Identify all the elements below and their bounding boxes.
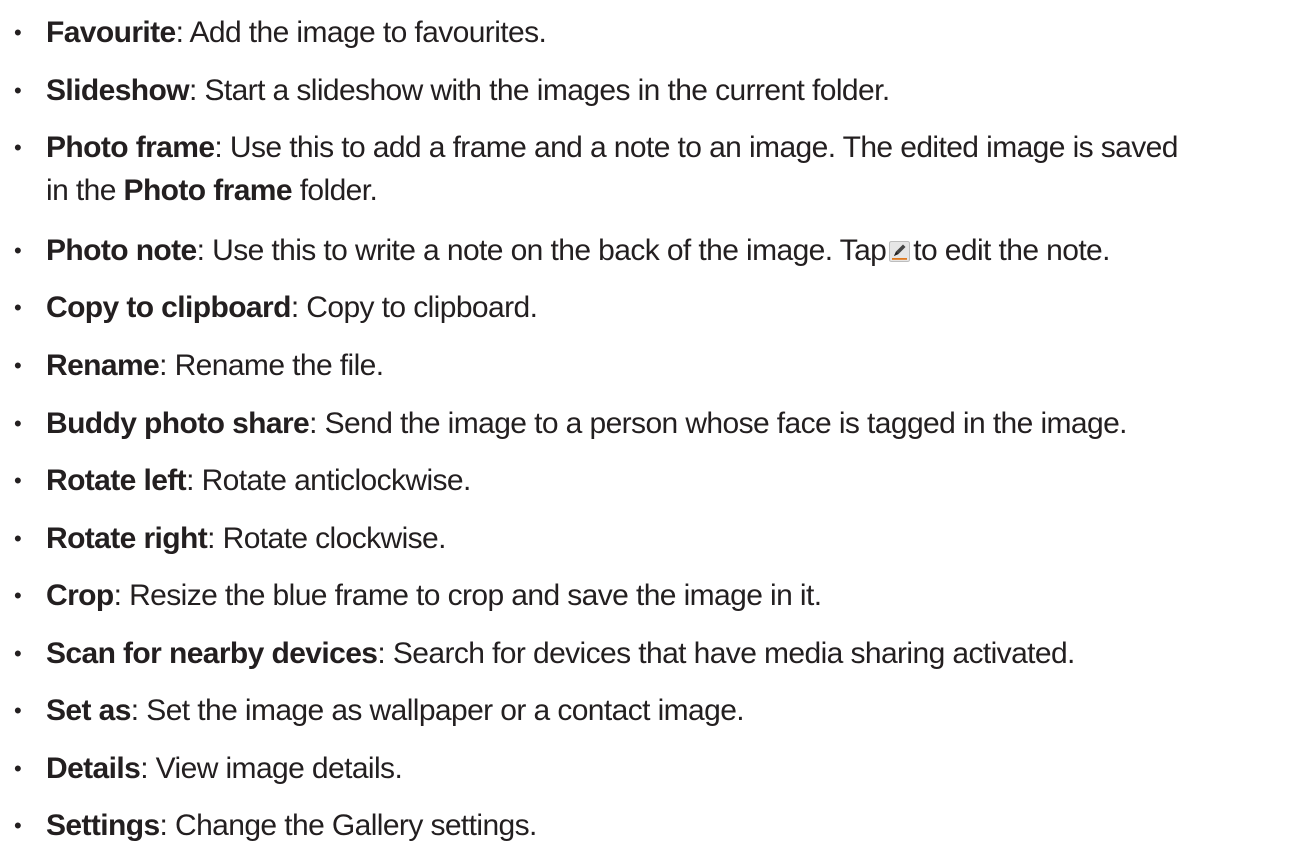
item-description: Copy to clipboard. xyxy=(306,291,538,324)
item-description: Rotate anticlockwise. xyxy=(201,464,472,497)
item-term: Photo frame xyxy=(46,131,215,164)
item-term: Rename xyxy=(46,349,160,382)
bullet: • xyxy=(14,468,22,493)
item-term: Favourite xyxy=(46,16,176,49)
document-page: • Favourite: Add the image to favourites… xyxy=(0,0,1314,864)
item-separator: : xyxy=(214,131,230,164)
item-separator: : xyxy=(140,752,156,785)
item-text: Favourite: Add the image to favourites. xyxy=(46,11,1300,54)
item-term: Buddy photo share xyxy=(46,407,310,440)
item-separator: : xyxy=(377,637,393,670)
item-line-2: in the Photo frame folder. xyxy=(46,169,1300,212)
list-item: • Photo frame: Use this to add a frame a… xyxy=(0,126,1300,212)
bullet: • xyxy=(14,641,22,666)
item-separator: : xyxy=(175,16,190,49)
item-description: View image details. xyxy=(155,752,403,785)
folder-name: Photo frame xyxy=(123,174,293,207)
item-text: Copy to clipboard: Copy to clipboard. xyxy=(46,286,1300,329)
item-separator: : xyxy=(130,694,147,727)
bullet: • xyxy=(14,353,22,378)
item-text: Photo note: Use this to write a note on … xyxy=(46,229,1300,272)
item-description: Use this to write a note on the back of … xyxy=(212,234,887,267)
item-text: Crop: Resize the blue frame to crop and … xyxy=(46,574,1300,617)
item-term: Details xyxy=(46,752,141,785)
item-description: Set the image as wallpaper or a contact … xyxy=(146,694,745,727)
item-description: Use this to add a frame and a note to an… xyxy=(229,131,1179,164)
item-description: Add the image to favourites. xyxy=(189,16,547,49)
item-text: Photo frame: Use this to add a frame and… xyxy=(46,126,1300,212)
item-separator: : xyxy=(196,234,213,267)
item-description: Resize the blue frame to crop and save t… xyxy=(129,579,822,612)
item-text: Slideshow: Start a slideshow with the im… xyxy=(46,69,1300,112)
item-term: Slideshow xyxy=(46,74,190,107)
bullet: • xyxy=(14,583,22,608)
item-text: Rotate right: Rotate clockwise. xyxy=(46,517,1300,560)
item-text: Rename: Rename the file. xyxy=(46,344,1300,387)
item-line-1: Photo frame: Use this to add a frame and… xyxy=(46,131,1178,164)
item-term: Photo note xyxy=(46,234,197,267)
edit-pencil-icon xyxy=(889,241,911,262)
item-separator: : xyxy=(207,522,223,555)
bullet: • xyxy=(14,411,22,436)
item-separator: : xyxy=(290,291,307,324)
bullet: • xyxy=(14,20,22,45)
item-separator: : xyxy=(188,74,205,107)
item-description: Rotate clockwise. xyxy=(222,522,447,555)
item-text: Scan for nearby devices: Search for devi… xyxy=(46,632,1300,675)
item-term: Rotate left xyxy=(46,464,187,497)
bullet: • xyxy=(14,698,22,723)
item-description-continued: in the xyxy=(46,174,124,207)
item-term: Settings xyxy=(46,809,160,842)
bullet: • xyxy=(14,295,22,320)
item-text: Rotate left: Rotate anticlockwise. xyxy=(46,459,1300,502)
item-term: Set as xyxy=(46,694,131,727)
item-description-after-icon: to edit the note. xyxy=(913,234,1110,267)
item-separator: : xyxy=(159,349,175,382)
item-description: Start a slideshow with the images in the… xyxy=(204,74,890,107)
bullet: • xyxy=(14,135,22,160)
item-separator: : xyxy=(309,407,325,440)
item-text: Set as: Set the image as wallpaper or a … xyxy=(46,689,1300,732)
item-separator: : xyxy=(186,464,202,497)
item-text: Settings: Change the Gallery settings. xyxy=(46,804,1300,847)
item-term: Rotate right xyxy=(46,522,208,555)
bullet: • xyxy=(14,526,22,551)
bullet: • xyxy=(14,238,22,263)
item-description: Rename the file. xyxy=(174,349,384,382)
item-term: Copy to clipboard xyxy=(46,291,291,324)
item-description: Send the image to a person whose face is… xyxy=(324,407,1128,440)
item-description-end: folder. xyxy=(291,174,378,207)
bullet: • xyxy=(14,756,22,781)
item-term: Scan for nearby devices xyxy=(46,637,378,670)
item-description: Search for devices that have media shari… xyxy=(392,637,1076,670)
item-text: Details: View image details. xyxy=(46,747,1300,790)
item-separator: : xyxy=(113,579,130,612)
bullet: • xyxy=(14,813,22,838)
bullet: • xyxy=(14,78,22,103)
item-description: Change the Gallery settings. xyxy=(175,809,537,842)
item-text: Buddy photo share: Send the image to a p… xyxy=(46,402,1300,445)
item-separator: : xyxy=(159,809,176,842)
item-term: Crop xyxy=(46,579,114,612)
